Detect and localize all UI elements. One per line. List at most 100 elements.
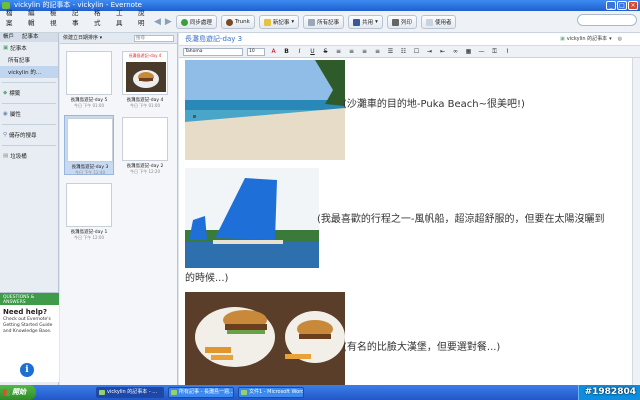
attach-icon[interactable]: ⌇ xyxy=(503,48,512,56)
menu-file[interactable]: 檔案 xyxy=(6,7,18,27)
taskbar-task-word[interactable]: 文件1 - Microsoft Word xyxy=(238,387,304,398)
user-icon xyxy=(425,18,433,26)
notebook-icon: ▣ xyxy=(560,35,565,42)
search-input[interactable] xyxy=(577,14,637,26)
note-card-date: 今日 下午 12:00 xyxy=(73,235,105,240)
note-card[interactable]: 長灘島遊記-day 1 今日 下午 12:00 xyxy=(64,181,114,241)
menu-edit[interactable]: 編輯 xyxy=(28,7,40,27)
sidebar-item-saved-searches[interactable]: ⚲ 儲存的搜尋 xyxy=(0,129,58,141)
sync-icon xyxy=(180,18,188,26)
notes-icon xyxy=(308,18,316,26)
info-icon[interactable]: i xyxy=(20,363,34,377)
bullet-list-icon[interactable]: ☰ xyxy=(386,48,395,56)
taskbar: 開始 vickylin 的記事本 - ... 所有記事 - 長灘島一週... 文… xyxy=(0,385,640,400)
underline-icon[interactable]: U xyxy=(308,48,317,56)
tab-notebooks[interactable]: 記事本 xyxy=(22,33,39,42)
chevron-down-icon: ▾ xyxy=(291,19,295,25)
font-select[interactable]: Tahoma xyxy=(183,47,243,56)
help-body[interactable]: Check out Evernote's Getting Started Gui… xyxy=(0,317,59,335)
note-card[interactable]: 長灘島遊記-day 5 今日 下午 01:00 xyxy=(64,49,114,109)
sailboat-photo xyxy=(185,168,319,268)
note-card-selected[interactable]: 長灘島遊記-day 3 今日 下午 12:40 xyxy=(64,115,114,175)
account-button[interactable]: 使用者 xyxy=(420,15,457,29)
thumbnail-header: 長灘島遊記-day 4 xyxy=(128,53,162,58)
attributes-icon: ◉ xyxy=(3,111,8,117)
note-card[interactable]: 長灘島遊記-day 4 長灘島遊記-day 4 今日 下午 01:00 xyxy=(120,49,170,109)
note-card-date: 今日 下午 12:40 xyxy=(74,170,106,175)
editor-scrollbar[interactable] xyxy=(632,58,640,385)
note-search-input[interactable]: 搜尋 xyxy=(134,35,174,42)
sidebar-item-all-notes[interactable]: 所有記事 xyxy=(0,54,58,66)
sidebar-item-attributes[interactable]: ◉ 屬性 xyxy=(0,108,58,120)
notebook-select[interactable]: ▣ vickylin 的記事本 ▾ ◎ xyxy=(560,35,622,43)
numbered-list-icon[interactable]: ☷ xyxy=(399,48,408,56)
tab-account[interactable]: 帳戶 xyxy=(3,33,14,42)
start-button[interactable]: 開始 xyxy=(0,385,36,400)
back-arrow-icon[interactable]: ◀ xyxy=(154,17,161,27)
sidebar-header: 帳戶 記事本 xyxy=(0,33,58,42)
sidebar-item-notebooks[interactable]: ▣ 記事本 xyxy=(0,42,58,54)
sidebar-item-vickylin[interactable]: vickylin 的... xyxy=(0,66,58,78)
note-thumbnail xyxy=(122,117,168,161)
encrypt-icon[interactable]: ⚿ xyxy=(490,48,499,56)
caption-1: (沙灘車的目的地-Puka Beach~很美吧!) xyxy=(343,99,525,110)
info-circle-icon[interactable]: ◎ xyxy=(618,36,622,42)
share-button[interactable]: 共用 ▾ xyxy=(348,15,383,29)
menu-help[interactable]: 說明 xyxy=(138,7,150,27)
maximize-button[interactable]: □ xyxy=(617,1,627,10)
table-icon[interactable]: ▦ xyxy=(464,48,473,56)
sidebar-item-tags[interactable]: ◆ 標籤 xyxy=(0,87,58,99)
tag-icon: ◆ xyxy=(3,90,8,96)
font-size-select[interactable]: 10 xyxy=(247,47,265,56)
divider xyxy=(2,124,56,125)
justify-icon[interactable]: ≡ xyxy=(373,48,382,56)
sort-dropdown[interactable]: 依建立日期排序 ▾ xyxy=(63,33,102,43)
link-icon[interactable]: ∞ xyxy=(451,48,460,56)
note-content[interactable]: (沙灘車的目的地-Puka Beach~很美吧!) (我最喜歡的行程之一-風帆船… xyxy=(183,60,639,385)
sync-button[interactable]: 同步處理 xyxy=(175,15,217,29)
print-button[interactable]: 列印 xyxy=(386,15,417,29)
horizontal-rule-icon[interactable]: — xyxy=(477,48,486,56)
checkbox-icon[interactable]: ☐ xyxy=(412,48,421,56)
burger-photo xyxy=(185,292,345,385)
close-button[interactable]: × xyxy=(628,1,638,10)
burger-thumbnail-image xyxy=(126,62,166,92)
align-center-icon[interactable]: ≡ xyxy=(347,48,356,56)
taskbar-task-notes[interactable]: 所有記事 - 長灘島一週... xyxy=(168,387,234,398)
align-left-icon[interactable]: ≡ xyxy=(334,48,343,56)
help-banner: QUESTIONS & ANSWERS xyxy=(0,293,59,305)
note-card[interactable]: 長灘島遊記-day 2 今日 下午 12:20 xyxy=(120,115,170,175)
facebook-icon xyxy=(353,18,361,26)
sidebar-item-trash[interactable]: ▤ 垃圾桶 xyxy=(0,150,58,162)
note-thumbnail: 長灘島遊記-day 4 xyxy=(122,51,168,95)
align-right-icon[interactable]: ≡ xyxy=(360,48,369,56)
taskbar-task-evernote[interactable]: vickylin 的記事本 - ... xyxy=(96,387,164,398)
menu-view[interactable]: 檢視 xyxy=(50,7,62,27)
outdent-icon[interactable]: ⇤ xyxy=(438,48,447,56)
note-card-date: 今日 下午 12:20 xyxy=(129,169,161,174)
search-icon: ⚲ xyxy=(3,132,8,138)
minimize-button[interactable]: _ xyxy=(606,1,616,10)
trunk-icon xyxy=(225,18,233,26)
help-panel: QUESTIONS & ANSWERS Need help? Check out… xyxy=(0,292,59,382)
new-note-button[interactable]: 新記事 ▾ xyxy=(258,15,300,29)
divider xyxy=(2,103,56,104)
strikethrough-icon[interactable]: S xyxy=(321,48,330,56)
italic-icon[interactable]: I xyxy=(295,48,304,56)
menu-note[interactable]: 記事 xyxy=(72,7,84,27)
watermark: #1982804 xyxy=(584,387,636,397)
menu-bar: 檔案 編輯 檢視 記事 格式 工具 說明 xyxy=(0,9,150,27)
note-list-header: 依建立日期排序 ▾ 搜尋 xyxy=(60,33,177,44)
all-notes-button[interactable]: 所有記事 xyxy=(303,15,345,29)
note-editor: 長灘島遊記-day 3 ▣ vickylin 的記事本 ▾ ◎ Tahoma 1… xyxy=(179,33,640,385)
menu-format[interactable]: 格式 xyxy=(94,7,106,27)
indent-icon[interactable]: ⇥ xyxy=(425,48,434,56)
trunk-button[interactable]: Trunk xyxy=(220,15,255,29)
bold-icon[interactable]: B xyxy=(282,48,291,56)
forward-arrow-icon[interactable]: ▶ xyxy=(165,17,172,27)
font-color-icon[interactable]: A xyxy=(269,48,278,56)
beach-photo xyxy=(185,60,345,160)
menu-tools[interactable]: 工具 xyxy=(116,7,128,27)
note-card-date: 今日 下午 01:00 xyxy=(129,103,161,108)
caption-2: (我最喜歡的行程之一-風帆船，超涼超舒服的，但要在太陽沒曬到 xyxy=(317,214,605,225)
